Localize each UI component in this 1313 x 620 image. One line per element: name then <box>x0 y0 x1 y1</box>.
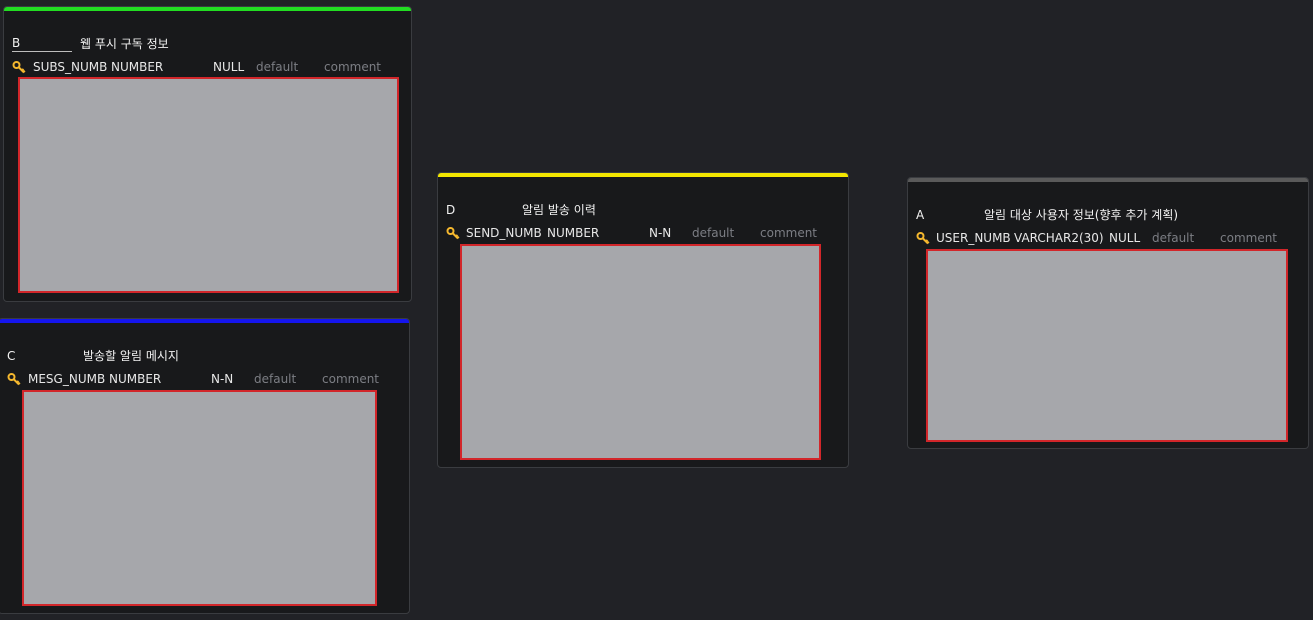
table-header[interactable]: A 알림 대상 사용자 정보(향후 추가 계획) <box>916 206 1178 223</box>
columns-placeholder <box>926 249 1288 442</box>
key-icon <box>7 372 21 386</box>
table-card-c[interactable]: C 발송할 알림 메시지 MESG_NUMB NUMBER N-N defaul… <box>0 318 410 614</box>
column-comment[interactable]: comment <box>324 59 381 75</box>
column-comment[interactable]: comment <box>760 225 817 241</box>
column-name[interactable]: MESG_NUMB <box>28 371 105 387</box>
column-nullable[interactable]: NULL <box>213 59 244 75</box>
table-accent-bar <box>908 178 1308 182</box>
key-icon <box>12 60 26 74</box>
table-alias[interactable]: A <box>916 208 976 222</box>
table-accent-bar <box>438 173 848 177</box>
column-default[interactable]: default <box>256 59 298 75</box>
column-type[interactable]: VARCHAR2(30) <box>1014 230 1104 246</box>
columns-placeholder <box>460 244 821 460</box>
table-comment[interactable]: 웹 푸시 구독 정보 <box>80 35 169 52</box>
column-type[interactable]: NUMBER <box>547 225 599 241</box>
column-nullable[interactable]: NULL <box>1109 230 1140 246</box>
table-alias[interactable]: B <box>12 36 72 52</box>
column-comment[interactable]: comment <box>322 371 379 387</box>
table-header[interactable]: C 발송할 알림 메시지 <box>7 347 179 364</box>
table-card-b[interactable]: B 웹 푸시 구독 정보 SUBS_NUMB NUMBER NULL defau… <box>3 6 412 302</box>
column-comment[interactable]: comment <box>1220 230 1277 246</box>
column-nullable[interactable]: N-N <box>649 225 671 241</box>
table-comment[interactable]: 알림 발송 이력 <box>522 201 596 218</box>
table-accent-bar <box>0 319 409 323</box>
erd-canvas[interactable]: B 웹 푸시 구독 정보 SUBS_NUMB NUMBER NULL defau… <box>0 0 1313 620</box>
columns-placeholder <box>22 390 377 606</box>
table-header[interactable]: B 웹 푸시 구독 정보 <box>12 35 169 52</box>
table-alias[interactable]: D <box>446 203 514 217</box>
table-accent-bar <box>4 7 411 11</box>
table-comment[interactable]: 알림 대상 사용자 정보(향후 추가 계획) <box>984 206 1178 223</box>
key-icon <box>916 231 930 245</box>
column-name[interactable]: SUBS_NUMB <box>33 59 107 75</box>
key-icon <box>446 226 460 240</box>
column-default[interactable]: default <box>692 225 734 241</box>
columns-placeholder <box>18 77 399 293</box>
column-default[interactable]: default <box>254 371 296 387</box>
table-alias[interactable]: C <box>7 349 75 363</box>
table-header[interactable]: D 알림 발송 이력 <box>446 201 596 218</box>
column-name[interactable]: SEND_NUMB <box>466 225 542 241</box>
column-name[interactable]: USER_NUMB <box>936 230 1011 246</box>
table-comment[interactable]: 발송할 알림 메시지 <box>83 347 179 364</box>
column-default[interactable]: default <box>1152 230 1194 246</box>
table-card-a[interactable]: A 알림 대상 사용자 정보(향후 추가 계획) USER_NUMB VARCH… <box>907 177 1309 449</box>
table-card-d[interactable]: D 알림 발송 이력 SEND_NUMB NUMBER N-N default … <box>437 172 849 468</box>
column-type[interactable]: NUMBER <box>111 59 163 75</box>
column-type[interactable]: NUMBER <box>109 371 161 387</box>
column-nullable[interactable]: N-N <box>211 371 233 387</box>
